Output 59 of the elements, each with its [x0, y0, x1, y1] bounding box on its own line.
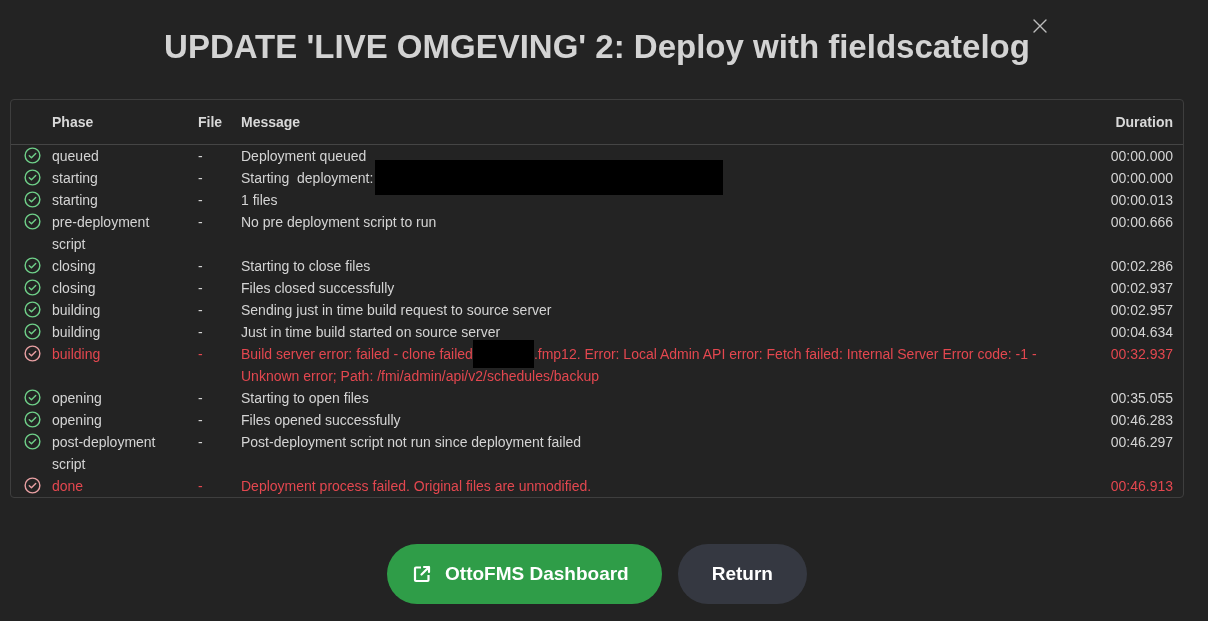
- duration-text: 00:02.957: [1110, 302, 1173, 318]
- file-value: -: [198, 346, 203, 362]
- file-value: -: [198, 434, 203, 450]
- message-text: Build server error: failed - clone failed .fmp12. Error: Local Admin API error: Fetch failed: Internal Server Error code: -1 - Unknown error; Path: /fmi/admin/api/v2/schedules/backup: [241, 343, 1073, 387]
- duration-text: 00:04.634: [1110, 324, 1173, 340]
- duration-text: 00:00.013: [1110, 192, 1173, 208]
- phase-text: closing: [52, 280, 96, 296]
- file-value: -: [198, 258, 203, 274]
- message-text: Starting to close files: [241, 257, 371, 276]
- file-value: -: [198, 412, 203, 428]
- file-value: -: [198, 478, 203, 494]
- file-value: -: [198, 302, 203, 318]
- duration-text: 00:46.913: [1110, 478, 1173, 494]
- phase-text: opening: [52, 390, 102, 406]
- external-link-icon: [413, 565, 432, 583]
- phase-text: building: [52, 324, 101, 340]
- file-value: -: [198, 214, 203, 230]
- phase-text: starting: [52, 192, 98, 208]
- duration-text: 00:46.297: [1110, 434, 1173, 450]
- message-text: Files opened successfully: [241, 411, 401, 430]
- message-text: Starting deployment:: [241, 167, 724, 189]
- file-value: -: [198, 192, 203, 208]
- duration-text: 00:32.937: [1110, 346, 1173, 362]
- phase-text: building: [52, 302, 101, 318]
- message-text: Sending just in time build request to source server: [241, 301, 552, 320]
- message-text: Just in time build started on source server: [241, 323, 501, 342]
- file-value: -: [198, 324, 203, 340]
- column-header: Phase: [52, 114, 94, 130]
- message-text: 1 files: [241, 191, 278, 210]
- file-value: -: [198, 148, 203, 164]
- phase-text: starting: [52, 170, 98, 186]
- message-text: Deployment queued: [241, 147, 367, 166]
- file-value: -: [198, 390, 203, 406]
- file-value: -: [198, 280, 203, 296]
- file-value: -: [198, 170, 203, 186]
- dialog-title: UPDATE 'LIVE OMGEVING' 2: Deploy with fieldscatelog: [163, 27, 1031, 67]
- close-icon: [1033, 19, 1047, 33]
- message-text: No pre deployment script to run: [241, 213, 437, 232]
- phase-text: done: [52, 478, 84, 494]
- message-text: Files closed successfully: [241, 279, 395, 298]
- duration-text: 00:02.286: [1110, 258, 1173, 274]
- column-header: Message: [241, 114, 301, 130]
- phase-text: opening: [52, 412, 102, 428]
- phase-text: closing: [52, 258, 96, 274]
- duration-text: 00:00.000: [1110, 170, 1173, 186]
- duration-text: 00:02.937: [1110, 280, 1173, 296]
- duration-text: 00:46.283: [1110, 412, 1173, 428]
- phase-text: building: [52, 346, 101, 362]
- duration-text: 00:35.055: [1110, 390, 1173, 406]
- column-header: Duration: [1115, 114, 1173, 130]
- return-button[interactable]: Return: [677, 544, 807, 604]
- message-text: Post-deployment script not run since deployment failed: [241, 433, 582, 452]
- message-text: Deployment process failed. Original files are unmodified.: [241, 477, 592, 496]
- message-text: Starting to open files: [241, 389, 369, 408]
- duration-text: 00:00.666: [1110, 214, 1173, 230]
- phase-text: queued: [52, 148, 99, 164]
- duration-text: 00:00.000: [1110, 148, 1173, 164]
- phase-text: post-deployment script: [52, 434, 156, 472]
- column-header: File: [198, 114, 223, 130]
